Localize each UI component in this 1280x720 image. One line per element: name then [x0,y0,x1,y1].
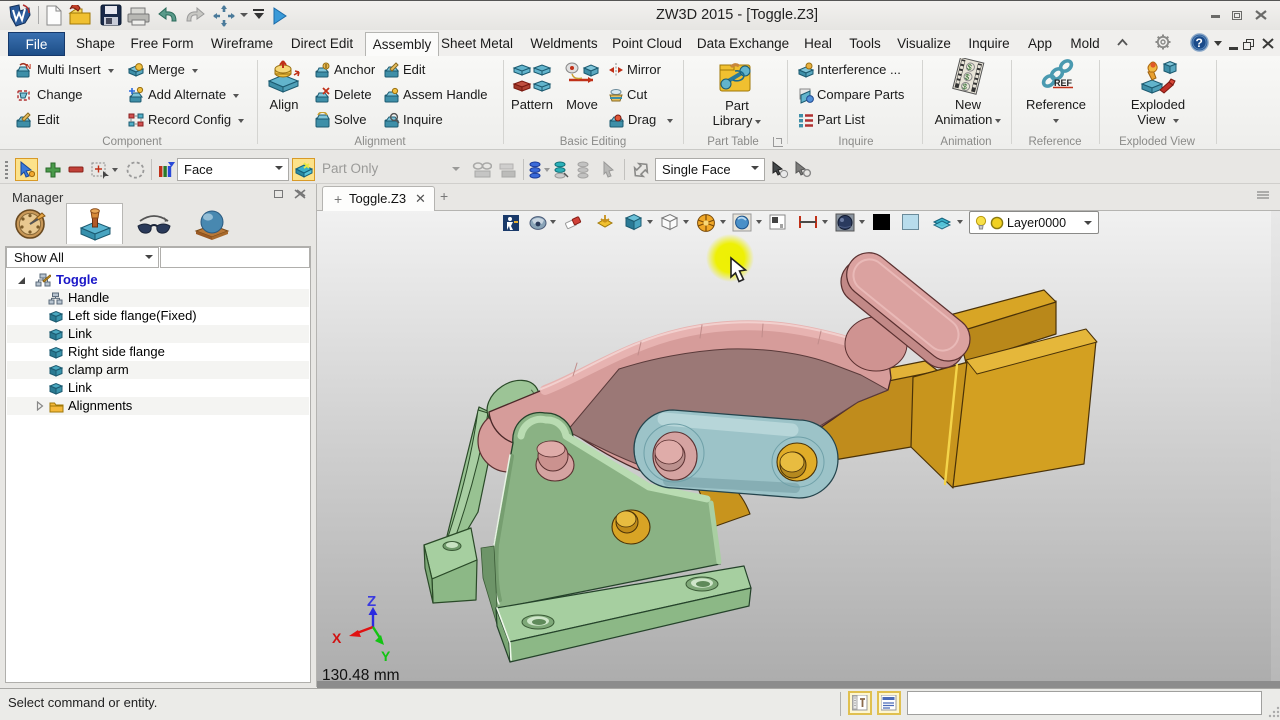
svg-text:?: ? [1196,36,1203,50]
svg-text:X: X [332,630,342,646]
svg-text:130.48 mm: 130.48 mm [322,667,400,681]
svg-text:N: N [26,64,31,71]
svg-text:Z: Z [367,593,376,610]
svg-text:Y: Y [381,648,391,664]
svg-text:REF: REF [1054,78,1073,88]
